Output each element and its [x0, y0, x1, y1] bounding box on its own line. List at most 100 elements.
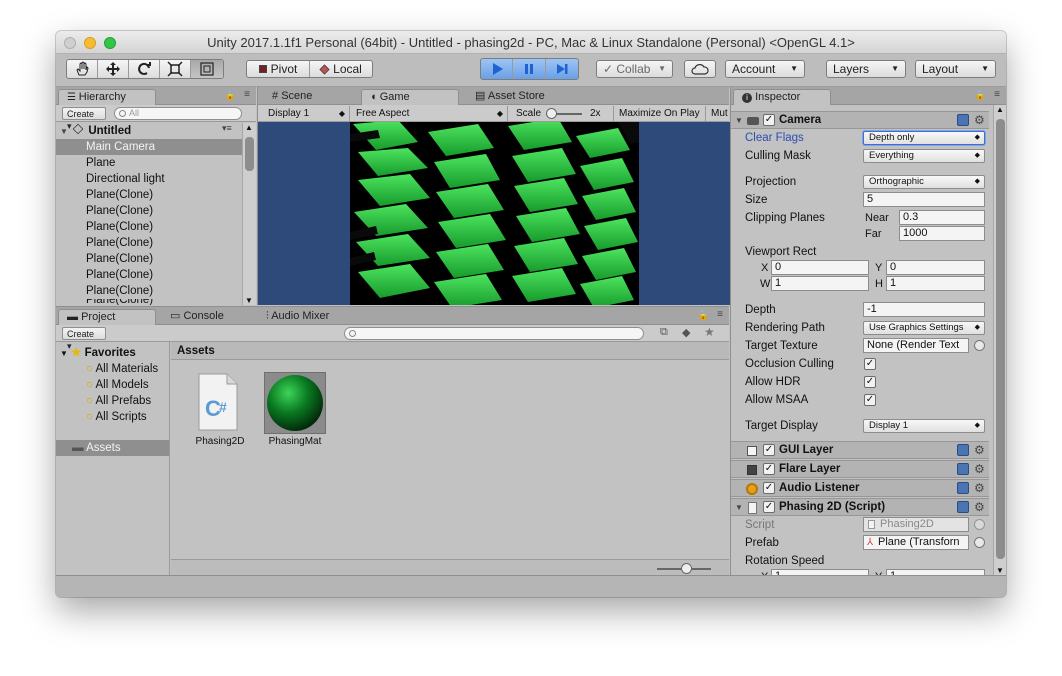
hierarchy-item[interactable]: Plane(Clone): [56, 219, 153, 235]
zoom-window-icon[interactable]: [104, 37, 116, 49]
scale-slider[interactable]: Scale 2x: [510, 106, 614, 121]
help-book-icon[interactable]: [957, 444, 969, 456]
favorites-row[interactable]: ▼ ★ Favorites: [60, 345, 136, 361]
occlusion-culling-checkbox[interactable]: ✓: [864, 358, 876, 370]
step-button[interactable]: [546, 59, 578, 79]
assets-breadcrumb[interactable]: Assets: [171, 342, 729, 360]
gear-icon[interactable]: ⚙: [974, 501, 985, 513]
favorite-star-icon[interactable]: ★: [704, 325, 715, 339]
scrollbar-thumb[interactable]: [245, 137, 254, 171]
help-book-icon[interactable]: [957, 463, 969, 475]
collapse-arrow-icon[interactable]: ▼: [735, 503, 743, 512]
hierarchy-create-button[interactable]: Create ▾: [62, 107, 106, 131]
object-picker-icon[interactable]: [974, 340, 985, 351]
scene-root-row[interactable]: ▼ Untitled: [60, 123, 131, 139]
expand-arrow-icon[interactable]: ▼: [60, 127, 68, 136]
hierarchy-item[interactable]: Plane(Clone): [56, 251, 153, 267]
tab-project[interactable]: ▬ Project: [58, 309, 156, 325]
gui-layer-header[interactable]: ✓ GUI Layer ⚙: [731, 441, 989, 459]
project-search-input[interactable]: [344, 327, 644, 340]
assets-folder-row[interactable]: ▬ Assets: [56, 440, 169, 456]
target-texture-field[interactable]: None (Render Text: [863, 338, 969, 353]
gear-icon[interactable]: ⚙: [974, 463, 985, 475]
play-button[interactable]: [481, 59, 514, 79]
panel-menu-icon[interactable]: ≡: [994, 89, 1000, 100]
favorite-item-all-scripts[interactable]: ○ All Scripts: [86, 409, 147, 425]
search-by-label-icon[interactable]: ◆: [682, 326, 690, 339]
prefab-field[interactable]: ⅄ Plane (Transforn: [863, 535, 969, 550]
favorite-item-all-prefabs[interactable]: ○ All Prefabs: [86, 393, 151, 409]
zoom-slider-knob[interactable]: [681, 563, 692, 574]
hand-tool-icon[interactable]: [67, 60, 98, 78]
target-display-dropdown[interactable]: Display 1 ◆: [863, 419, 985, 433]
lock-icon[interactable]: 🔒: [975, 90, 986, 101]
collapse-arrow-icon[interactable]: ▼: [735, 116, 743, 125]
inspector-scrollbar[interactable]: ▲ ▼: [993, 105, 1006, 575]
tab-scene[interactable]: # Scene: [264, 89, 344, 105]
allow-hdr-checkbox[interactable]: ✓: [864, 376, 876, 388]
panel-menu-icon[interactable]: ≡: [244, 89, 250, 100]
scrollbar-thumb[interactable]: [996, 119, 1005, 559]
depth-field[interactable]: -1: [863, 302, 985, 317]
phasing-script-checkbox[interactable]: ✓: [763, 501, 775, 513]
audio-listener-checkbox[interactable]: ✓: [763, 482, 775, 494]
local-button[interactable]: Local: [310, 61, 372, 77]
gear-icon[interactable]: ⚙: [974, 444, 985, 456]
culling-mask-dropdown[interactable]: Everything ◆: [863, 149, 985, 163]
project-create-button[interactable]: Create ▾: [62, 327, 106, 351]
asset-phasingmat[interactable]: [264, 372, 326, 434]
size-field[interactable]: 5: [863, 192, 985, 207]
hierarchy-scrollbar[interactable]: ▲ ▼: [242, 123, 256, 305]
viewport-y-field[interactable]: 0: [886, 260, 985, 275]
viewport-x-field[interactable]: 0: [771, 260, 869, 275]
tab-game[interactable]: ◖ Game: [361, 89, 459, 105]
scale-knob[interactable]: [546, 108, 557, 119]
expand-arrow-icon[interactable]: ▼: [60, 349, 68, 358]
display-dropdown[interactable]: Display 1 ◆: [264, 106, 350, 121]
account-dropdown[interactable]: Account ▼: [725, 60, 805, 78]
near-field[interactable]: 0.3: [899, 210, 985, 225]
layout-dropdown[interactable]: Layout ▼: [915, 60, 996, 78]
camera-component-header[interactable]: ▼ ✓ Camera ⚙: [731, 111, 989, 129]
search-by-type-icon[interactable]: ⧉: [660, 326, 668, 339]
rotate-tool-icon[interactable]: [129, 60, 160, 78]
asset-phasing2d[interactable]: C #: [195, 372, 243, 434]
viewport-h-field[interactable]: 1: [886, 276, 985, 291]
pivot-button[interactable]: Pivot: [247, 61, 310, 77]
layers-dropdown[interactable]: Layers ▼: [826, 60, 906, 78]
hierarchy-item[interactable]: Plane(Clone): [56, 187, 153, 203]
hierarchy-item[interactable]: Plane(Clone): [56, 235, 153, 251]
camera-enabled-checkbox[interactable]: ✓: [763, 114, 775, 126]
scroll-up-icon[interactable]: ▲: [996, 105, 1004, 114]
rendering-path-dropdown[interactable]: Use Graphics Settings ◆: [863, 321, 985, 335]
scroll-down-icon[interactable]: ▼: [996, 566, 1004, 575]
panel-menu-icon[interactable]: ≡: [717, 309, 723, 320]
tab-asset-store[interactable]: ▤ Asset Store: [467, 89, 567, 105]
tab-inspector[interactable]: i Inspector: [733, 89, 831, 105]
viewport-w-field[interactable]: 1: [771, 276, 869, 291]
cloud-button[interactable]: [684, 60, 716, 78]
tab-audio-mixer[interactable]: ⫶ Audio Mixer: [258, 309, 368, 325]
collab-dropdown[interactable]: ✓ Collab ▼: [596, 60, 673, 78]
minimize-window-icon[interactable]: [84, 37, 96, 49]
hierarchy-item[interactable]: Plane(Clone): [56, 267, 153, 283]
scale-tool-icon[interactable]: [160, 60, 191, 78]
help-book-icon[interactable]: [957, 501, 969, 513]
phasing-script-header[interactable]: ▼ ✓ Phasing 2D (Script) ⚙: [731, 498, 989, 516]
hierarchy-item[interactable]: Plane(Clone): [56, 283, 153, 299]
flare-layer-checkbox[interactable]: ✓: [763, 463, 775, 475]
close-window-icon[interactable]: [64, 37, 76, 49]
help-book-icon[interactable]: [957, 114, 969, 126]
aspect-dropdown[interactable]: Free Aspect ◆: [352, 106, 508, 121]
favorite-item-all-models[interactable]: ○ All Models: [86, 377, 149, 393]
pause-button[interactable]: [513, 59, 546, 79]
game-viewport[interactable]: [258, 122, 730, 305]
lock-icon[interactable]: 🔒: [698, 310, 709, 321]
hierarchy-search-input[interactable]: All: [114, 107, 242, 120]
favorite-item-all-materials[interactable]: ○ All Materials: [86, 361, 158, 377]
far-field[interactable]: 1000: [899, 226, 985, 241]
audio-listener-header[interactable]: ✓ Audio Listener ⚙: [731, 479, 989, 497]
projection-dropdown[interactable]: Orthographic ◆: [863, 175, 985, 189]
hierarchy-item[interactable]: Plane(Clone): [56, 203, 153, 219]
tab-hierarchy[interactable]: ☰ Hierarchy: [58, 89, 156, 105]
